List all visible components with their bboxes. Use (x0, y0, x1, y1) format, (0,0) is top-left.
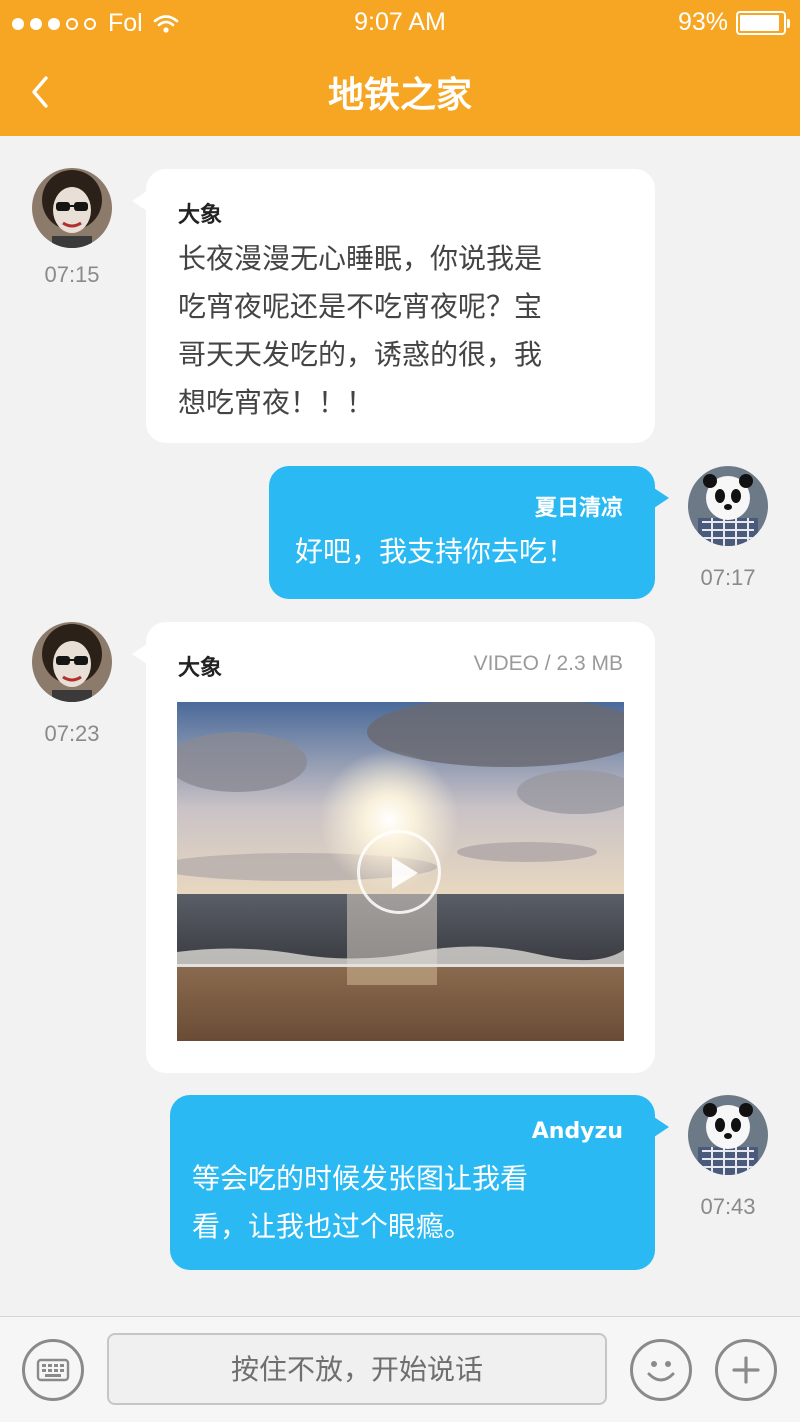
avatar[interactable] (688, 466, 768, 546)
message-text: 长夜漫漫无心睡眠，你说我是 吃宵夜呢还是不吃宵夜呢？宝 哥天天发吃的，诱惑的很，… (178, 235, 542, 427)
hold-to-talk-button[interactable]: 按住不放，开始说话 (107, 1333, 607, 1405)
avatar[interactable] (32, 622, 112, 702)
message-line: 好吧，我支持你去吃！ (295, 535, 576, 568)
sender-name: 大象 (178, 203, 223, 228)
message-bubble[interactable]: 夏日清凉 好吧，我支持你去吃！ (269, 466, 669, 599)
plus-icon (732, 1356, 760, 1384)
header-bar: Fol 9:07 AM 93% 地铁之家 (0, 0, 800, 136)
video-size-label: VIDEO / 2.3 MB (473, 652, 623, 675)
message-text: 好吧，我支持你去吃！ (295, 528, 575, 576)
message-text: 等会吃的时候发张图让我看 看，让我也过个眼瘾。 (192, 1155, 528, 1251)
emoji-button[interactable] (630, 1339, 692, 1401)
battery-info: 93% (677, 8, 790, 37)
video-message-bubble[interactable]: 大象 VIDEO / 2.3 MB (132, 622, 655, 1073)
message-time: 07:17 (700, 565, 756, 590)
page-title: 地铁之家 (327, 75, 472, 116)
battery-icon (736, 10, 790, 35)
keyboard-icon (36, 1358, 70, 1382)
message-time: 07:15 (44, 262, 100, 287)
message-line: 看，让我也过个眼瘾。 (192, 1210, 473, 1243)
message-bubble[interactable]: Andyzu 等会吃的时候发张图让我看 看，让我也过个眼瘾。 (170, 1095, 669, 1270)
avatar[interactable] (32, 168, 112, 248)
message-line: 吃宵夜呢还是不吃宵夜呢？宝 (178, 290, 543, 323)
more-button[interactable] (715, 1339, 777, 1401)
emoji-icon (647, 1361, 675, 1382)
message-bubble[interactable]: 大象 长夜漫漫无心睡眠，你说我是 吃宵夜呢还是不吃宵夜呢？宝 哥天天发吃的，诱惑… (132, 169, 655, 443)
message-line: 想吃宵夜！！！ (178, 386, 375, 419)
sender-name: Andyzu (531, 1119, 623, 1144)
message-line: 长夜漫漫无心睡眠，你说我是 (178, 242, 543, 275)
sender-name: 大象 (178, 656, 223, 681)
avatar[interactable] (688, 1095, 768, 1175)
message-line: 等会吃的时候发张图让我看 (192, 1162, 529, 1195)
play-icon[interactable] (357, 830, 441, 914)
video-thumbnail[interactable] (177, 702, 624, 1041)
keyboard-button[interactable] (22, 1339, 84, 1401)
message-time: 07:23 (44, 721, 100, 746)
message-time: 07:43 (700, 1194, 756, 1219)
message-line: 哥天天发吃的，诱惑的很，我 (178, 338, 543, 371)
sender-name: 夏日清凉 (534, 496, 623, 521)
status-bar: Fol 9:07 AM 93% (0, 0, 800, 46)
input-bar: 按住不放，开始说话 (0, 1316, 800, 1422)
battery-percent: 93% (677, 8, 728, 36)
